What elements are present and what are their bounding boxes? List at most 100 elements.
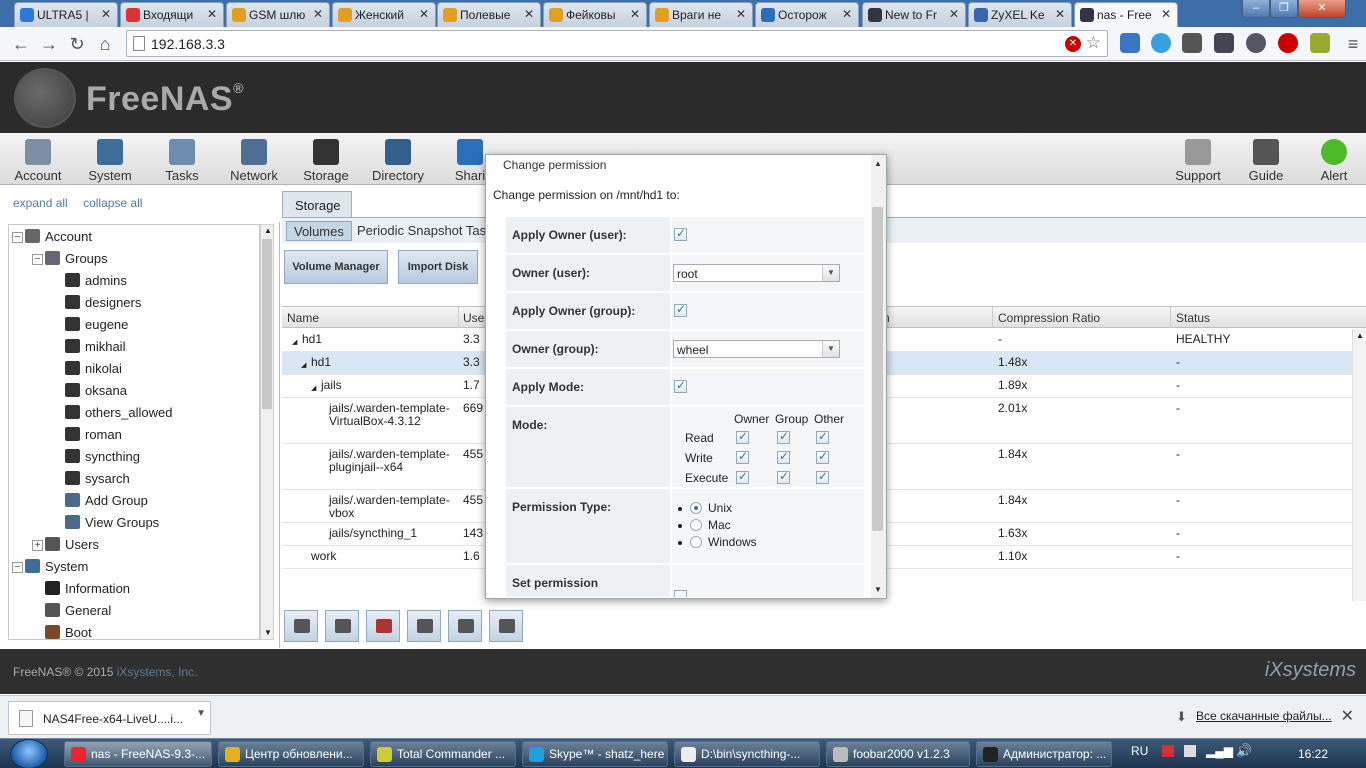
permission-mac-radio[interactable] [690, 519, 702, 531]
owner-group-select[interactable]: wheel ▼ [673, 340, 840, 358]
delete-dataset-button[interactable] [366, 610, 400, 642]
scroll-down-icon[interactable]: ▼ [874, 585, 882, 594]
apply-mode-checkbox[interactable] [674, 378, 687, 393]
tab-close-icon[interactable]: ✕ [736, 7, 746, 21]
tree-toggle-icon[interactable]: + [32, 540, 43, 551]
taskbar-button[interactable]: foobar2000 v1.2.3 [826, 741, 970, 767]
tree-item[interactable]: Boot [45, 625, 92, 639]
tree-item[interactable]: System [25, 559, 88, 581]
home-icon[interactable]: ⌂ [94, 33, 116, 55]
browser-tab[interactable]: Осторож ✕ [755, 2, 859, 27]
expander-icon[interactable]: ◢ [311, 382, 316, 395]
expander-icon[interactable]: ◢ [292, 336, 297, 349]
browser-tab[interactable]: GSM шлю ✕ [226, 2, 330, 27]
subtab-periodic-snapshot[interactable]: Periodic Snapshot Tasl [350, 221, 496, 241]
tab-storage[interactable]: Storage [282, 191, 352, 217]
tray-icon[interactable] [1184, 745, 1196, 757]
taskbar-button[interactable]: Skype™ - shatz_here [522, 741, 668, 767]
tab-close-icon[interactable]: ✕ [524, 7, 534, 21]
tab-close-icon[interactable]: ✕ [101, 7, 111, 21]
tab-close-icon[interactable]: ✕ [630, 7, 640, 21]
col-used[interactable]: Use [463, 311, 484, 325]
toolbar-network[interactable]: Network [218, 137, 290, 183]
grid-scrollbar[interactable]: ▲ [1352, 329, 1366, 601]
taskbar-button[interactable]: Total Commander ... [370, 741, 516, 767]
signal-icon[interactable]: ▂▄▆ [1206, 744, 1233, 758]
set-permission-checkbox[interactable] [674, 590, 687, 597]
expand-all-link[interactable]: expand all [13, 196, 68, 210]
create-dataset-button[interactable] [448, 610, 482, 642]
back-arrow-icon[interactable]: ← [10, 33, 32, 55]
download-extension-icon[interactable] [1310, 33, 1330, 53]
toolbar-tasks[interactable]: Tasks [146, 137, 218, 183]
scrub-volume-button[interactable] [325, 610, 359, 642]
tree-item[interactable]: designers [65, 295, 141, 317]
tree-item[interactable]: oksana [65, 383, 127, 405]
tree-toggle-icon[interactable]: − [12, 562, 23, 573]
tab-close-icon[interactable]: ✕ [949, 7, 959, 21]
tree-item[interactable]: mikhail [65, 339, 125, 361]
tree-item[interactable]: Account [25, 229, 92, 251]
edit-options-button[interactable] [407, 610, 441, 642]
chevron-down-icon[interactable]: ▼ [822, 341, 839, 357]
tree-scrollbar-thumb[interactable] [262, 239, 272, 409]
browser-tab[interactable]: Женский ✕ [332, 2, 436, 27]
tree-item[interactable]: Users [45, 537, 99, 559]
volume-icon[interactable]: 🔊 [1236, 743, 1252, 759]
toolbar-storage[interactable]: Storage [290, 137, 362, 183]
tree-item[interactable]: Groups [45, 251, 108, 273]
tampermonkey-icon[interactable] [1246, 33, 1266, 53]
tree-item[interactable]: roman [65, 427, 122, 449]
mode-read-other-checkbox[interactable] [816, 429, 829, 444]
browser-tab[interactable]: nas - Free ✕ [1074, 2, 1178, 28]
tree-item[interactable]: others_allowed [65, 405, 172, 427]
close-shelf-icon[interactable]: ✕ [1341, 706, 1354, 726]
browser-tab[interactable]: ULTRA5 | ✕ [14, 2, 118, 27]
owner-user-select[interactable]: root ▼ [673, 264, 840, 282]
tree-toggle-icon[interactable]: − [32, 254, 43, 265]
subtab-volumes[interactable]: Volumes [286, 221, 352, 241]
col-compression-ratio[interactable]: Compression Ratio [998, 311, 1100, 325]
puzzle-extension-icon[interactable] [1182, 33, 1202, 53]
browser-tab[interactable]: Враги не ✕ [649, 2, 753, 27]
mode-read-group-checkbox[interactable] [777, 429, 790, 444]
mode-execute-owner-checkbox[interactable] [736, 469, 749, 484]
url-input[interactable]: 192.168.3.3 ✕ ☆ [126, 30, 1108, 57]
close-window-button[interactable]: ✕ [1298, 0, 1346, 18]
tree-item[interactable]: eugene [65, 317, 128, 339]
tree-item[interactable]: nikolai [65, 361, 122, 383]
mode-write-owner-checkbox[interactable] [736, 449, 749, 464]
start-button[interactable] [10, 739, 48, 768]
tree-item[interactable]: View Groups [65, 515, 159, 537]
minimize-button[interactable]: – [1242, 0, 1270, 18]
forward-arrow-icon[interactable]: → [38, 33, 60, 55]
tree-item[interactable]: Add Group [65, 493, 148, 515]
chevron-down-icon[interactable]: ▼ [822, 265, 839, 281]
toolbar-guide[interactable]: Guide [1230, 137, 1302, 183]
show-all-downloads-link[interactable]: Все скачанные файлы... [1196, 709, 1332, 723]
bookmark-star-icon[interactable]: ☆ [1086, 33, 1101, 53]
toolbar-directory[interactable]: Directory [362, 137, 434, 183]
tree-item[interactable]: sysarch [65, 471, 130, 493]
browser-tab[interactable]: ZyXEL Ke ✕ [968, 2, 1072, 27]
tab-close-icon[interactable]: ✕ [1161, 7, 1171, 21]
menu-icon[interactable]: ≡ [1342, 33, 1364, 55]
mode-read-owner-checkbox[interactable] [736, 429, 749, 444]
browser-tab[interactable]: Входящи ✕ [120, 2, 224, 27]
language-indicator[interactable]: RU [1131, 744, 1148, 758]
collapse-all-link[interactable]: collapse all [83, 196, 142, 210]
expander-icon[interactable]: ◢ [301, 359, 306, 372]
browser-tab[interactable]: Фейковы ✕ [543, 2, 647, 27]
volume-manager-button[interactable]: Volume Manager [284, 250, 388, 284]
mode-write-group-checkbox[interactable] [777, 449, 790, 464]
mode-execute-other-checkbox[interactable] [816, 469, 829, 484]
adblock-icon[interactable] [1278, 33, 1298, 53]
tools-extension-icon[interactable] [1214, 33, 1234, 53]
tree-item[interactable]: General [45, 603, 111, 625]
reload-icon[interactable]: ↻ [66, 33, 88, 55]
dialog-scrollbar-thumb[interactable] [872, 207, 883, 531]
apply-owner-user-checkbox[interactable] [674, 226, 687, 241]
permission-unix-radio[interactable] [690, 502, 702, 514]
tab-close-icon[interactable]: ✕ [313, 7, 323, 21]
tree-item[interactable]: admins [65, 273, 127, 295]
